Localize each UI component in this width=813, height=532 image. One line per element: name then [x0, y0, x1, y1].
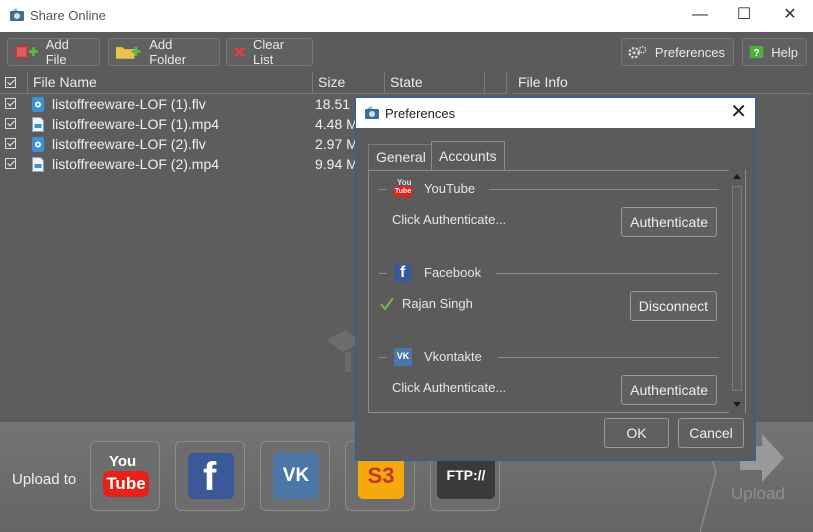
- account-user-name: Rajan Singh: [402, 296, 473, 311]
- account-header: VK Vkontakte: [379, 347, 719, 367]
- tab-general[interactable]: General: [368, 144, 434, 171]
- help-button[interactable]: ? Help: [742, 38, 807, 66]
- account-header: f Facebook: [379, 263, 719, 283]
- column-file-name[interactable]: File Name: [28, 72, 313, 94]
- upload-youtube-button[interactable]: You Tube: [90, 441, 160, 511]
- account-service-name: YouTube: [424, 181, 476, 196]
- ok-button[interactable]: OK: [604, 418, 669, 448]
- divider: [379, 273, 387, 274]
- column-size[interactable]: Size: [313, 72, 385, 94]
- account-header: You Tube YouTube: [379, 178, 719, 199]
- file-name: listoffreeware-LOF (2).mp4: [52, 156, 220, 172]
- flv-file-icon: [32, 137, 44, 152]
- file-name: listoffreeware-LOF (1).flv: [52, 96, 206, 112]
- accounts-scrollbar[interactable]: [729, 170, 745, 413]
- app-icon: [10, 8, 24, 21]
- account-status: Click Authenticate...: [392, 380, 507, 395]
- authenticate-button[interactable]: Authenticate: [621, 375, 717, 405]
- clear-list-icon: [233, 46, 246, 58]
- upload-vkontakte-button[interactable]: VK: [260, 441, 330, 511]
- share-online-window: Share Online — ☐ ✕ Add File Add Folder C…: [0, 0, 813, 532]
- maximize-button[interactable]: ☐: [721, 0, 767, 32]
- account-facebook: f Facebook Rajan Singh Disconnect: [369, 255, 729, 339]
- column-state[interactable]: State: [385, 72, 485, 94]
- youtube-icon: You Tube: [103, 453, 149, 499]
- minimize-button[interactable]: —: [677, 0, 723, 32]
- toolbar: Add File Add Folder Clear List Preferenc…: [0, 32, 813, 72]
- divider: [496, 273, 719, 274]
- select-all-checkbox[interactable]: [5, 77, 16, 88]
- file-checkbox[interactable]: [5, 138, 16, 149]
- account-vkontakte: VK Vkontakte Click Authenticate... Authe…: [369, 339, 729, 412]
- vkontakte-icon: VK: [273, 453, 319, 499]
- clear-list-button[interactable]: Clear List: [226, 37, 313, 67]
- divider: [379, 189, 387, 190]
- facebook-icon: f: [394, 264, 412, 282]
- app-icon: [365, 106, 379, 119]
- select-all-header[interactable]: [0, 72, 28, 94]
- window-title: Share Online: [30, 8, 106, 23]
- cancel-button[interactable]: Cancel: [678, 418, 744, 448]
- file-name: listoffreeware-LOF (1).mp4: [52, 116, 220, 132]
- clear-list-label: Clear List: [253, 37, 285, 67]
- youtube-icon: You Tube: [394, 178, 412, 197]
- preferences-button[interactable]: Preferences: [621, 38, 734, 66]
- upload-label: Upload: [731, 484, 785, 503]
- mp4-file-icon: [32, 157, 44, 172]
- title-bar: Share Online — ☐ ✕: [0, 0, 813, 32]
- file-info-header: File Info: [513, 72, 811, 94]
- tab-accounts[interactable]: Accounts: [431, 141, 505, 171]
- mp4-file-icon: [32, 117, 44, 132]
- add-folder-icon: [115, 47, 141, 59]
- close-window-button[interactable]: ✕: [767, 0, 813, 32]
- file-size: 9.94 MB: [315, 156, 360, 172]
- file-name: listoffreeware-LOF (2).flv: [52, 136, 206, 152]
- file-size: 2.97 MB: [315, 136, 360, 152]
- upload-facebook-button[interactable]: f: [175, 441, 245, 511]
- file-checkbox[interactable]: [5, 98, 16, 109]
- divider: [379, 357, 387, 358]
- account-status: Click Authenticate...: [392, 212, 507, 227]
- account-service-name: Vkontakte: [424, 349, 482, 364]
- file-checkbox[interactable]: [5, 158, 16, 169]
- dialog-close-button[interactable]: ✕: [730, 101, 747, 123]
- upload-to-label: Upload to: [12, 471, 77, 488]
- help-label: Help: [771, 44, 798, 60]
- divider: [489, 189, 719, 190]
- add-folder-label: Add Folder: [149, 37, 187, 67]
- column-extra: [485, 72, 507, 94]
- scroll-up-icon[interactable]: [733, 174, 741, 179]
- check-icon: [380, 297, 394, 311]
- account-youtube: You Tube YouTube Click Authenticate... A…: [369, 171, 729, 255]
- scroll-down-icon[interactable]: [733, 402, 741, 407]
- flv-file-icon: [32, 97, 44, 112]
- scrollbar-thumb[interactable]: [732, 186, 742, 391]
- disconnect-button[interactable]: Disconnect: [629, 291, 717, 321]
- preferences-dialog: Preferences ✕ General Accounts You Tube …: [355, 97, 756, 461]
- divider: [498, 357, 719, 358]
- add-file-button[interactable]: Add File: [7, 37, 100, 67]
- file-size: 4.48 MB: [315, 116, 360, 132]
- add-folder-button[interactable]: Add Folder: [108, 37, 220, 67]
- authenticate-button[interactable]: Authenticate: [621, 207, 717, 237]
- preferences-label: Preferences: [654, 44, 725, 60]
- facebook-icon: f: [188, 453, 234, 499]
- add-file-icon: [14, 45, 38, 59]
- svg-text:?: ?: [754, 48, 760, 59]
- account-service-name: Facebook: [424, 265, 482, 280]
- accounts-panel: You Tube YouTube Click Authenticate... A…: [368, 170, 746, 413]
- dialog-title-bar: Preferences ✕: [356, 98, 755, 128]
- file-checkbox[interactable]: [5, 118, 16, 129]
- file-size: 18.51 MB: [315, 96, 360, 112]
- add-file-label: Add File: [45, 37, 69, 67]
- dialog-title: Preferences: [385, 106, 456, 121]
- gear-icon: [628, 45, 647, 59]
- help-icon: ?: [749, 45, 764, 59]
- vkontakte-icon: VK: [394, 348, 412, 366]
